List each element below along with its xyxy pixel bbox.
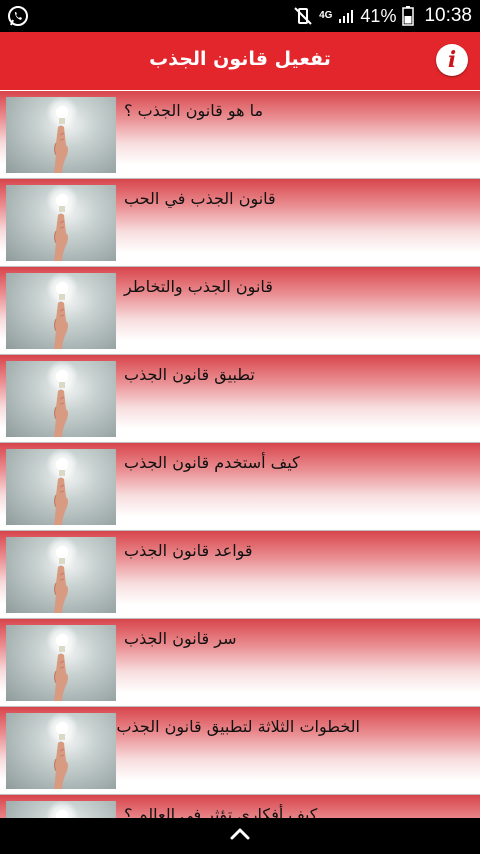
item-thumbnail xyxy=(6,185,116,261)
bottom-bar xyxy=(0,818,480,854)
list-item-label: كيف أستخدم قانون الجذب xyxy=(124,453,300,472)
list-item-label: قواعد قانون الجذب xyxy=(124,541,253,560)
list-item[interactable]: تطبيق قانون الجذب xyxy=(0,355,480,443)
item-thumbnail xyxy=(6,801,116,818)
item-thumbnail xyxy=(6,713,116,789)
whatsapp-icon xyxy=(6,4,30,28)
chevron-up-icon[interactable] xyxy=(228,826,252,846)
list-item-label: سر قانون الجذب xyxy=(124,629,237,648)
status-bar: 4G 41% 10:38 xyxy=(0,0,480,32)
info-icon: i xyxy=(447,47,457,73)
list-item[interactable]: ما هو قانون الجذب ؟ xyxy=(0,91,480,179)
topic-list: ما هو قانون الجذب ؟ قانون الجذب في الحب … xyxy=(0,90,480,818)
item-thumbnail xyxy=(6,97,116,173)
list-item[interactable]: سر قانون الجذب xyxy=(0,619,480,707)
page-title: تفعيل قانون الجذب xyxy=(149,48,331,70)
battery-percent: 41% xyxy=(360,5,397,26)
list-item-label: قانون الجذب في الحب xyxy=(124,189,276,208)
item-thumbnail xyxy=(6,625,116,701)
list-item[interactable]: قانون الجذب في الحب xyxy=(0,179,480,267)
list-item-label: الخطوات الثلاثة لتطبيق قانون الجذب xyxy=(116,717,360,736)
network-type-label: 4G xyxy=(319,10,333,21)
list-item-label: كيف أفكاري تؤثر في العالم ؟ xyxy=(124,805,318,818)
list-item[interactable]: قانون الجذب والتخاطر xyxy=(0,267,480,355)
list-item[interactable]: الخطوات الثلاثة لتطبيق قانون الجذب xyxy=(0,707,480,795)
item-thumbnail xyxy=(6,537,116,613)
list-item-label: قانون الجذب والتخاطر xyxy=(124,277,273,296)
list-item-label: ما هو قانون الجذب ؟ xyxy=(124,101,264,120)
signal-icon xyxy=(338,8,354,24)
item-thumbnail xyxy=(6,361,116,437)
app-bar: تفعيل قانون الجذب i xyxy=(0,32,480,90)
item-thumbnail xyxy=(6,449,116,525)
clock: 10:38 xyxy=(424,5,472,26)
info-button[interactable]: i xyxy=(436,44,468,76)
list-item-label: تطبيق قانون الجذب xyxy=(124,365,255,384)
list-item[interactable]: كيف أستخدم قانون الجذب xyxy=(0,443,480,531)
list-item[interactable]: قواعد قانون الجذب xyxy=(0,531,480,619)
battery-icon xyxy=(402,6,415,26)
item-thumbnail xyxy=(6,273,116,349)
vibrate-mute-icon xyxy=(293,6,313,26)
list-item[interactable]: كيف أفكاري تؤثر في العالم ؟ xyxy=(0,795,480,818)
